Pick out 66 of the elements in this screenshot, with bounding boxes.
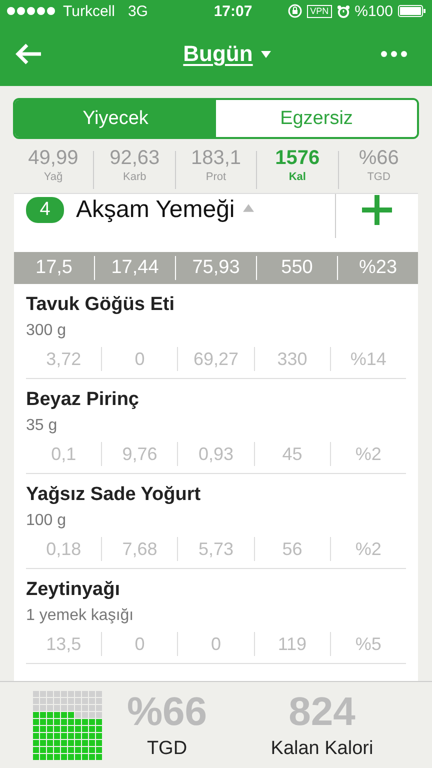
food-name: Beyaz Pirinç xyxy=(26,389,140,411)
nutrient-value: 9,76 xyxy=(101,442,178,466)
progress-grid-meter xyxy=(33,690,102,760)
nutrient-value: 56 xyxy=(254,537,330,561)
caret-icon xyxy=(260,50,271,58)
food-item[interactable]: Yağsız Sade Yoğurt 100 g 0,18 7,68 5,73 56 %2 xyxy=(26,474,406,569)
nutrient-value: 5,73 xyxy=(177,537,254,561)
vpn-badge: VPN xyxy=(307,4,332,18)
summary-label: Karb xyxy=(122,171,146,183)
summary-label: TGD xyxy=(367,171,390,183)
nutrient-value: 45 xyxy=(254,442,330,466)
food-item[interactable]: Tavuk Göğüs Eti 300 g 3,72 0 69,27 330 %14 xyxy=(26,284,406,379)
summary-value: 92,63 xyxy=(110,147,160,169)
nutrient-value: 0 xyxy=(177,632,254,656)
nutrient-value: %14 xyxy=(330,347,406,371)
nutrient-value: 0 xyxy=(101,632,178,656)
nutrient-value: 17,44 xyxy=(94,256,175,280)
nutrient-value: 330 xyxy=(254,347,330,371)
food-amount: 1 yemek kaşığı xyxy=(26,607,135,625)
back-arrow-icon[interactable] xyxy=(15,43,43,65)
nutrient-value: 69,27 xyxy=(177,347,254,371)
nutrient-value: 0,18 xyxy=(45,538,82,561)
nutrient-value: 0,93 xyxy=(177,442,254,466)
food-item[interactable]: Zeytinyağı 1 yemek kaşığı 13,5 0 0 119 %5 xyxy=(26,569,406,664)
food-name: Zeytinyağı xyxy=(26,579,121,601)
food-amount: 300 g xyxy=(26,322,68,340)
nutrient-value: 0,1 xyxy=(50,443,78,466)
nutrient-value: 119 xyxy=(254,632,330,656)
alarm-icon xyxy=(336,4,350,18)
status-time: 17:07 xyxy=(214,2,252,20)
food-name: Tavuk Göğüs Eti xyxy=(26,294,176,316)
meal-number-badge: 4 xyxy=(26,197,64,223)
more-icon[interactable] xyxy=(381,51,407,57)
network-type: 3G xyxy=(128,2,148,20)
summary-value: 49,99 xyxy=(28,147,78,169)
battery-icon xyxy=(398,5,426,17)
summary-label: Kal xyxy=(288,171,306,183)
food-name: Yağsız Sade Yoğurt xyxy=(26,484,202,506)
remaining-calories-label: Kalan Kalori xyxy=(270,738,374,760)
food-item[interactable]: Beyaz Pirinç 35 g 0,1 9,76 0,93 45 %2 xyxy=(26,379,406,474)
nutrient-value: 17,5 xyxy=(34,256,74,280)
nutrient-value: 0 xyxy=(101,347,178,371)
food-amount: 100 g xyxy=(26,512,68,530)
tgd-label: TGD xyxy=(146,738,188,760)
nutrient-value: %2 xyxy=(330,442,406,466)
nutrient-value: 13,5 xyxy=(45,633,82,656)
food-amount: 35 g xyxy=(26,417,58,435)
summary-value: %66 xyxy=(358,147,399,169)
signal-icon xyxy=(6,6,58,16)
lock-rotation-icon xyxy=(288,4,302,18)
carrier-name: Turkcell xyxy=(63,2,115,20)
add-icon[interactable] xyxy=(362,195,392,225)
summary-label: Prot xyxy=(206,171,226,183)
caret-icon[interactable] xyxy=(242,204,254,212)
nutrient-value: 550 xyxy=(256,256,337,280)
nutrient-value: 3,72 xyxy=(45,348,82,371)
summary-value: 1576 xyxy=(275,147,320,169)
battery-percent: %100 xyxy=(354,2,393,20)
summary-value: 183,1 xyxy=(190,147,242,169)
nutrient-value: %2 xyxy=(330,537,406,561)
nutrient-value: %23 xyxy=(337,256,418,280)
nutrient-value: 7,68 xyxy=(101,537,178,561)
summary-label: Yağ xyxy=(44,171,63,183)
meal-title[interactable]: Akşam Yemeği xyxy=(76,196,235,224)
nutrient-value: %5 xyxy=(330,632,406,656)
nutrient-value: 75,93 xyxy=(175,256,256,280)
